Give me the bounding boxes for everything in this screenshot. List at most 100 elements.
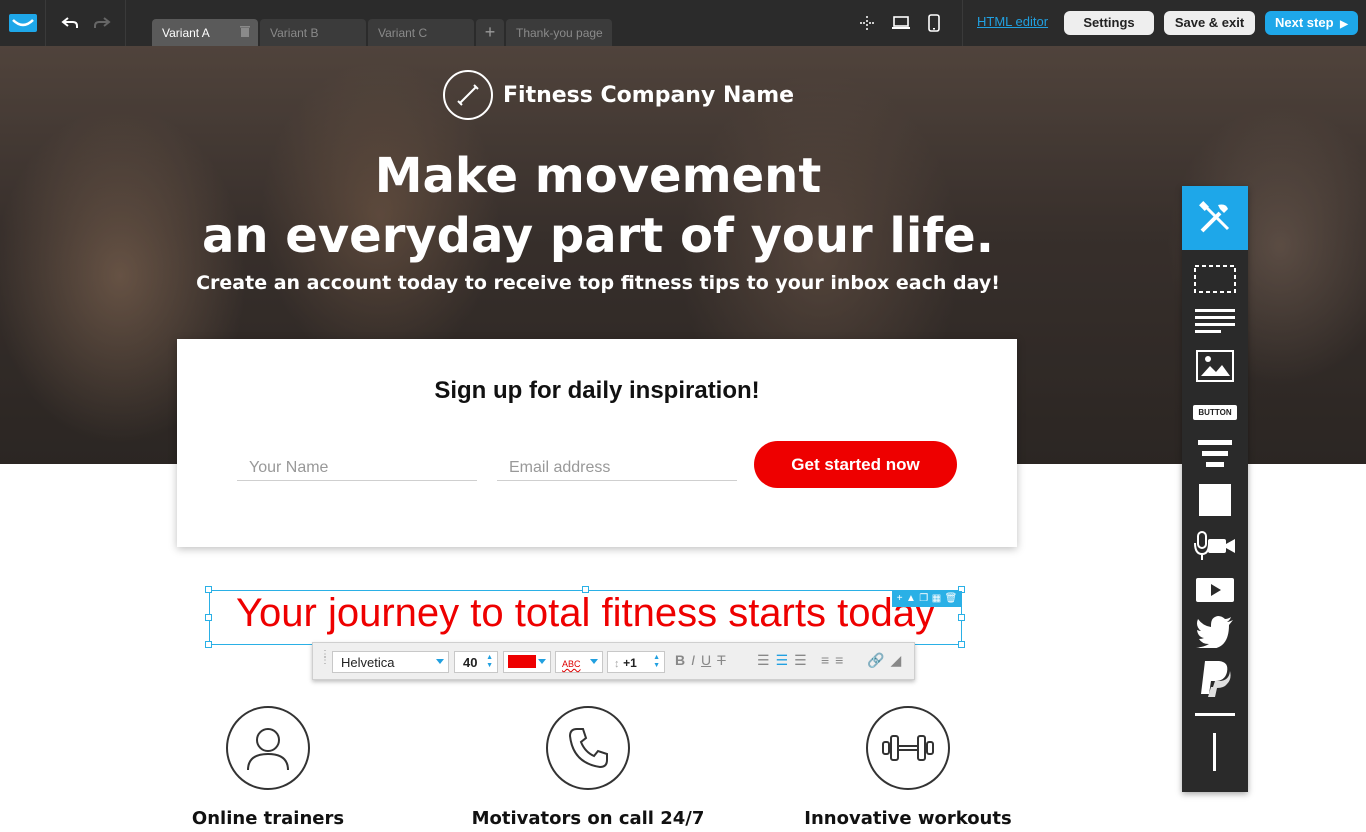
feature-icon-motivators[interactable]: [546, 706, 630, 790]
email-input[interactable]: [497, 449, 737, 481]
button-widget[interactable]: BUTTON: [1182, 402, 1248, 422]
link-icon[interactable]: 🔗: [867, 652, 884, 669]
bullet-list-icon[interactable]: ≡: [821, 652, 829, 668]
undo-icon[interactable]: [60, 16, 79, 30]
save-exit-button[interactable]: Save & exit: [1164, 11, 1255, 35]
align-center-icon[interactable]: ☰: [776, 652, 789, 669]
delete-icon[interactable]: 🗑: [945, 591, 958, 607]
dropdown-arrow-icon: [538, 659, 546, 664]
box-icon: [1199, 484, 1231, 516]
stepper-arrows-icon: ▲ ▼: [653, 654, 660, 669]
tools-icon: [1199, 201, 1230, 233]
feature-icon-workouts[interactable]: [866, 706, 950, 790]
spellcheck-select[interactable]: ABC: [555, 651, 603, 673]
headline-line-2: an everyday part of your life.: [202, 208, 994, 264]
play-icon: [1196, 578, 1234, 602]
clear-format-icon[interactable]: ◢: [890, 652, 901, 669]
getresponse-logo[interactable]: [0, 0, 46, 46]
align-left-icon[interactable]: ☰: [757, 652, 770, 669]
color-swatch: [508, 655, 536, 668]
resize-handle[interactable]: [205, 614, 212, 621]
text-icon: [1195, 309, 1235, 333]
lines-widget[interactable]: [1182, 438, 1248, 470]
element-mini-toolbar: + ▲ ❐ ▦ 🗑: [892, 591, 962, 607]
next-step-label: Next step: [1275, 15, 1334, 30]
feature-label-trainers[interactable]: Online trainers: [118, 808, 418, 829]
line-spacing-value: +1: [623, 656, 637, 670]
strikethrough-icon[interactable]: T: [717, 652, 726, 668]
desktop-view-icon[interactable]: [892, 16, 910, 30]
settings-button[interactable]: Settings: [1064, 11, 1154, 35]
text-style-group: B I U T: [675, 652, 726, 668]
widget-panel: BUTTON: [1182, 186, 1248, 792]
resize-handle[interactable]: [582, 586, 589, 593]
logo-icon: [8, 14, 37, 32]
image-icon: [1196, 350, 1234, 382]
section-widget[interactable]: [1182, 262, 1248, 296]
next-step-button[interactable]: Next step ▶: [1265, 11, 1358, 35]
chevron-right-icon: ▶: [1340, 19, 1348, 30]
html-editor-link[interactable]: HTML editor: [977, 14, 1048, 29]
horizontal-line-widget[interactable]: [1182, 710, 1248, 720]
font-size-stepper[interactable]: 40 ▲ ▼: [454, 651, 498, 673]
vertical-line-widget[interactable]: [1182, 732, 1248, 772]
grid-guides-icon[interactable]: [860, 16, 874, 30]
twitter-icon: [1196, 616, 1233, 648]
stepper-arrows-icon: ▲ ▼: [486, 654, 493, 669]
resize-handle[interactable]: [205, 586, 212, 593]
numbered-list-icon[interactable]: ≡: [835, 652, 843, 668]
line-spacing-stepper[interactable]: ↕ +1 ▲ ▼: [607, 651, 665, 673]
add-variant-button[interactable]: +: [476, 19, 504, 46]
button-widget-label: BUTTON: [1193, 404, 1237, 420]
resize-handle[interactable]: [958, 614, 965, 621]
hero-headline[interactable]: Make movement an everyday part of your l…: [0, 146, 1196, 266]
bold-icon[interactable]: B: [675, 652, 685, 668]
drag-grip-icon[interactable]: ⋮ ⋮: [320, 650, 330, 666]
font-size-value: 40: [463, 655, 478, 670]
phone-icon: [568, 728, 608, 769]
text-color-select[interactable]: [503, 651, 551, 673]
signup-form-card[interactable]: Sign up for daily inspiration! Get start…: [177, 339, 1017, 547]
mobile-view-icon[interactable]: [928, 14, 940, 32]
video-widget[interactable]: [1182, 576, 1248, 604]
add-element-icon[interactable]: +: [897, 591, 903, 607]
feature-label-workouts[interactable]: Innovative workouts: [758, 808, 1058, 829]
link-group: 🔗 ◢: [867, 652, 901, 669]
audio-video-widget[interactable]: [1182, 528, 1248, 564]
brand-block[interactable]: Fitness Company Name: [443, 70, 794, 120]
align-right-icon[interactable]: ☰: [794, 652, 807, 669]
widget-tools-button[interactable]: [1182, 186, 1248, 250]
get-started-button[interactable]: Get started now: [754, 441, 957, 488]
font-family-value: Helvetica: [341, 655, 395, 670]
copy-icon[interactable]: ❐: [919, 591, 928, 607]
tab-variant-b[interactable]: Variant B: [260, 19, 366, 46]
dropdown-arrow-icon: [436, 659, 444, 664]
trash-icon[interactable]: [240, 25, 250, 37]
underline-icon[interactable]: U: [701, 652, 711, 668]
tab-thank-you-page[interactable]: Thank-you page: [506, 19, 612, 46]
resize-handle[interactable]: [958, 641, 965, 648]
paypal-widget[interactable]: [1182, 660, 1248, 698]
hero-subheadline[interactable]: Create an account today to receive top f…: [0, 272, 1196, 294]
twitter-widget[interactable]: [1182, 614, 1248, 650]
text-format-toolbar: ⋮ ⋮ Helvetica 40 ▲ ▼ ABC ↕ +1 ▲ ▼ B I U T ☰…: [312, 642, 915, 680]
tab-variant-c[interactable]: Variant C: [368, 19, 474, 46]
list-group: ≡ ≡: [821, 652, 843, 668]
box-widget[interactable]: [1182, 482, 1248, 518]
duplicate-icon[interactable]: ▦: [932, 591, 941, 607]
section-icon: [1194, 265, 1236, 293]
italic-icon[interactable]: I: [691, 652, 695, 668]
move-up-icon[interactable]: ▲: [906, 591, 916, 607]
selection-frame: [209, 590, 962, 645]
redo-icon[interactable]: [93, 16, 111, 30]
font-family-select[interactable]: Helvetica: [332, 651, 449, 673]
editor-topbar: Variant A Variant B Variant C + Thank-yo…: [0, 0, 1366, 46]
tab-variant-a[interactable]: Variant A: [152, 19, 258, 46]
text-widget[interactable]: [1182, 306, 1248, 336]
feature-label-motivators[interactable]: Motivators on call 24/7: [438, 808, 738, 829]
feature-icon-trainers[interactable]: [226, 706, 310, 790]
image-widget[interactable]: [1182, 348, 1248, 384]
tab-label: Variant A: [162, 26, 210, 40]
resize-handle[interactable]: [205, 641, 212, 648]
name-input[interactable]: [237, 449, 477, 481]
